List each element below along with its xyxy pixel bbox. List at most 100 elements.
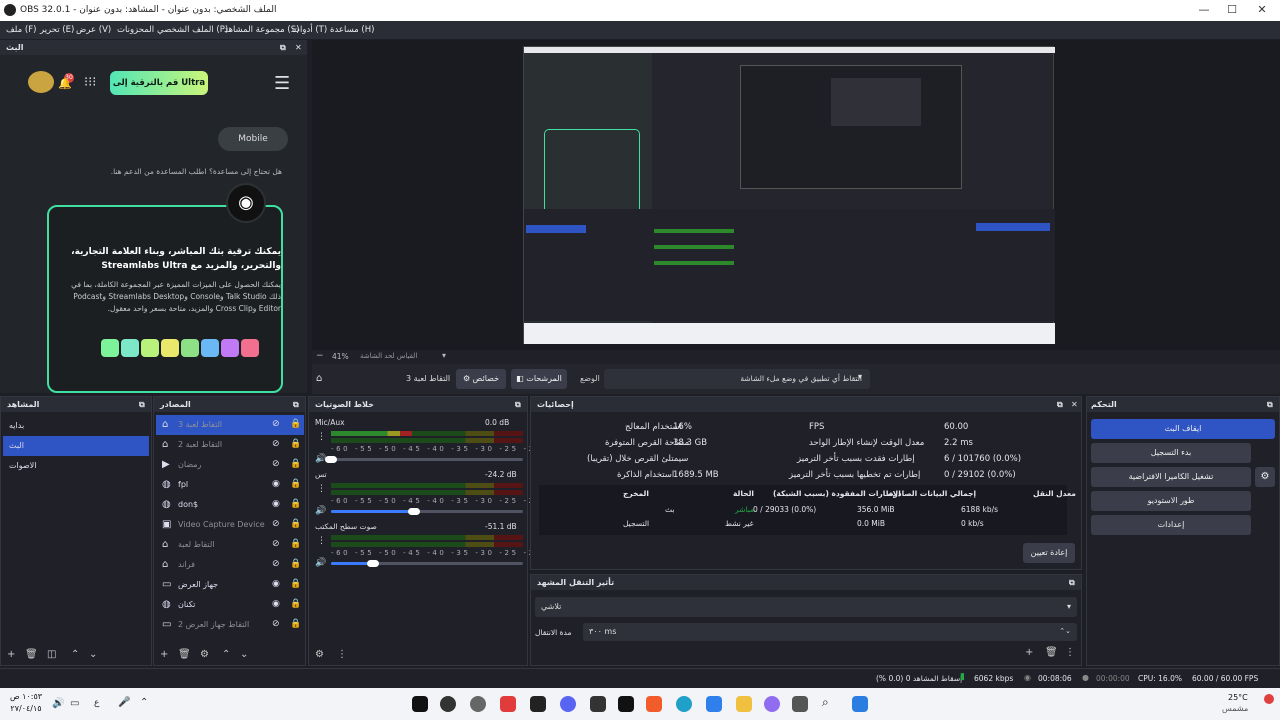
volume-slider[interactable] xyxy=(331,562,523,565)
filter-icon[interactable]: ◫ xyxy=(47,649,56,660)
source-item[interactable]: ◍ don$ ◉ 🔒 xyxy=(156,495,304,515)
trash-icon[interactable]: 🗑 xyxy=(178,649,191,660)
lock-icon[interactable]: 🔒 xyxy=(290,479,301,489)
windows-start-icon[interactable] xyxy=(852,696,868,712)
menu-profile[interactable]: الملف الشخصي (P) xyxy=(157,25,228,35)
source-item[interactable]: ▭ التقاط جهاز العرض 2 ⊘ 🔒 xyxy=(156,615,304,635)
display-icon[interactable]: ▭ xyxy=(70,698,79,709)
source-item[interactable]: ▶ رمضان ⊘ 🔒 xyxy=(156,455,304,475)
advanced-audio-icon[interactable]: ⚙ xyxy=(315,649,324,660)
preview-area[interactable] xyxy=(312,40,1280,350)
virtual-camera-settings-gear-icon[interactable]: ⚙ xyxy=(1255,467,1275,487)
speaker-icon[interactable]: 🔊 xyxy=(315,558,326,568)
source-item[interactable]: ◍ fpl ◉ 🔒 xyxy=(156,475,304,495)
source-item[interactable]: ◍ تكنان ◉ 🔒 xyxy=(156,595,304,615)
upgrade-ultra-button[interactable]: قم بالترقية إلى Ultra xyxy=(110,71,208,95)
float-icon[interactable]: ⧉ xyxy=(1069,578,1075,588)
speaker-icon[interactable]: 🔊 xyxy=(315,506,326,516)
visibility-eye-icon[interactable]: ⊘ xyxy=(272,439,280,449)
hamburger-menu-icon[interactable]: ☰ xyxy=(274,73,290,94)
taskbar-folder-icon[interactable] xyxy=(736,696,752,712)
chevron-down-icon[interactable]: ▾ xyxy=(858,372,862,381)
channel-options-icon[interactable]: ⋮ xyxy=(317,432,326,442)
volume-slider-handle[interactable] xyxy=(407,508,420,515)
lock-icon[interactable]: 🔒 xyxy=(290,459,301,469)
start-virtual-camera-button[interactable]: تشغيل الكاميرا الافتراضية xyxy=(1091,467,1251,487)
lock-icon[interactable]: 🔒 xyxy=(290,499,301,509)
lock-icon[interactable]: 🔒 xyxy=(290,599,301,609)
chevron-up-icon[interactable]: ⌃ xyxy=(140,697,148,708)
close-icon[interactable]: ✕ xyxy=(295,43,302,52)
taskbar-obs-icon[interactable] xyxy=(440,696,456,712)
float-icon[interactable]: ⧉ xyxy=(139,400,145,410)
taskbar-brave-icon[interactable] xyxy=(646,696,662,712)
duration-spinbox[interactable]: ٣٠٠ ms ⌃⌄ xyxy=(583,623,1077,641)
zoom-level[interactable]: 41% xyxy=(332,352,349,361)
filters-button[interactable]: ◧ المرشحات xyxy=(511,369,567,389)
taskbar-app-icon[interactable] xyxy=(500,696,516,712)
search-icon[interactable]: ⌕ xyxy=(822,695,829,710)
scene-item-selected[interactable]: البث xyxy=(3,436,149,456)
taskbar-date[interactable]: ٢٧/٠٤/١٥ xyxy=(6,704,46,713)
start-recording-button[interactable]: بدء التسجيل xyxy=(1091,443,1251,463)
float-icon[interactable]: ⧉ xyxy=(515,400,521,410)
taskbar-taskview-icon[interactable] xyxy=(792,696,808,712)
scene-item[interactable]: الاصوات xyxy=(3,456,149,476)
avatar[interactable] xyxy=(28,71,54,93)
chevron-down-icon[interactable]: ⌄ xyxy=(89,649,97,660)
add-icon[interactable]: + xyxy=(160,649,168,660)
mode-select[interactable]: التقاط أي تطبيق في وضع ملء الشاشة xyxy=(604,369,870,389)
menu-tools[interactable]: أدوات (T) xyxy=(292,25,327,35)
taskbar-app-icon[interactable] xyxy=(590,696,606,712)
lock-icon[interactable]: 🔒 xyxy=(290,619,301,629)
lock-icon[interactable]: 🔒 xyxy=(290,519,301,529)
taskbar-app-icon[interactable] xyxy=(412,696,428,712)
volume-slider-handle[interactable] xyxy=(367,560,380,567)
volume-slider[interactable] xyxy=(331,458,523,461)
maximize-button[interactable]: ☐ xyxy=(1218,3,1246,19)
stop-streaming-button[interactable]: ايقاف البث xyxy=(1091,419,1275,439)
visibility-eye-icon[interactable]: ⊘ xyxy=(272,559,280,569)
trash-icon[interactable]: 🗑 xyxy=(1045,647,1058,658)
apps-grid-icon[interactable]: ⁝⁝⁝ xyxy=(84,75,96,90)
menu-scene-collection[interactable]: مجموعة المشاهد (S) xyxy=(224,25,299,35)
visibility-eye-icon[interactable]: ⊘ xyxy=(272,619,280,629)
volume-slider[interactable] xyxy=(331,510,523,513)
taskbar-edge-icon[interactable] xyxy=(676,696,692,712)
visibility-eye-icon[interactable]: ⊘ xyxy=(272,419,280,429)
source-item[interactable]: ⌂ التقاط لعبة ⊘ 🔒 xyxy=(156,535,304,555)
visibility-eye-icon[interactable]: ◉ xyxy=(272,599,280,609)
mobile-button[interactable]: Mobile xyxy=(218,127,288,151)
taskbar-app-icon[interactable] xyxy=(706,696,722,712)
scene-item[interactable]: بدايه xyxy=(3,416,149,436)
menu-help[interactable]: مساعدة (H) xyxy=(330,25,374,35)
lock-icon[interactable]: 🔒 xyxy=(290,559,301,569)
add-icon[interactable]: + xyxy=(1025,647,1033,658)
float-icon[interactable]: ⧉ xyxy=(280,43,286,53)
visibility-eye-icon[interactable]: ◉ xyxy=(272,499,280,509)
source-item[interactable]: ⌂ فراند ⊘ 🔒 xyxy=(156,555,304,575)
properties-button[interactable]: ⚙ خصائص xyxy=(456,369,506,389)
close-button[interactable]: ✕ xyxy=(1248,3,1276,19)
lock-icon[interactable]: 🔒 xyxy=(290,439,301,449)
taskbar-app-icon[interactable] xyxy=(530,696,546,712)
microphone-icon[interactable]: 🎤 xyxy=(118,697,130,708)
source-item[interactable]: ▣ Video Capture Device ⊘ 🔒 xyxy=(156,515,304,535)
chevron-down-icon[interactable]: ⌄ xyxy=(240,649,248,660)
taskbar-tiktok-icon[interactable] xyxy=(618,696,634,712)
lock-icon[interactable]: 🔒 xyxy=(290,419,301,429)
chevron-up-icon[interactable]: ⌃ xyxy=(71,649,79,660)
weather-desc[interactable]: مشمس xyxy=(1222,704,1248,713)
visibility-eye-icon[interactable]: ⊘ xyxy=(272,459,280,469)
chevron-down-icon[interactable]: ▾ xyxy=(442,351,446,360)
more-options-icon[interactable]: ⋮ xyxy=(337,649,347,660)
taskbar-app-icon[interactable] xyxy=(470,696,486,712)
source-item[interactable]: ⌂ التقاط لعبة 2 ⊘ 🔒 xyxy=(156,435,304,455)
volume-icon[interactable]: 🔊 xyxy=(52,698,64,709)
visibility-eye-icon[interactable]: ◉ xyxy=(272,479,280,489)
input-language[interactable]: ع xyxy=(94,698,99,708)
menu-docks[interactable]: المحزونات xyxy=(117,25,154,35)
channel-options-icon[interactable]: ⋮ xyxy=(317,484,326,494)
weather-temp[interactable]: 25°C xyxy=(1228,693,1248,702)
menu-edit[interactable]: تحرير (E) xyxy=(40,25,74,35)
